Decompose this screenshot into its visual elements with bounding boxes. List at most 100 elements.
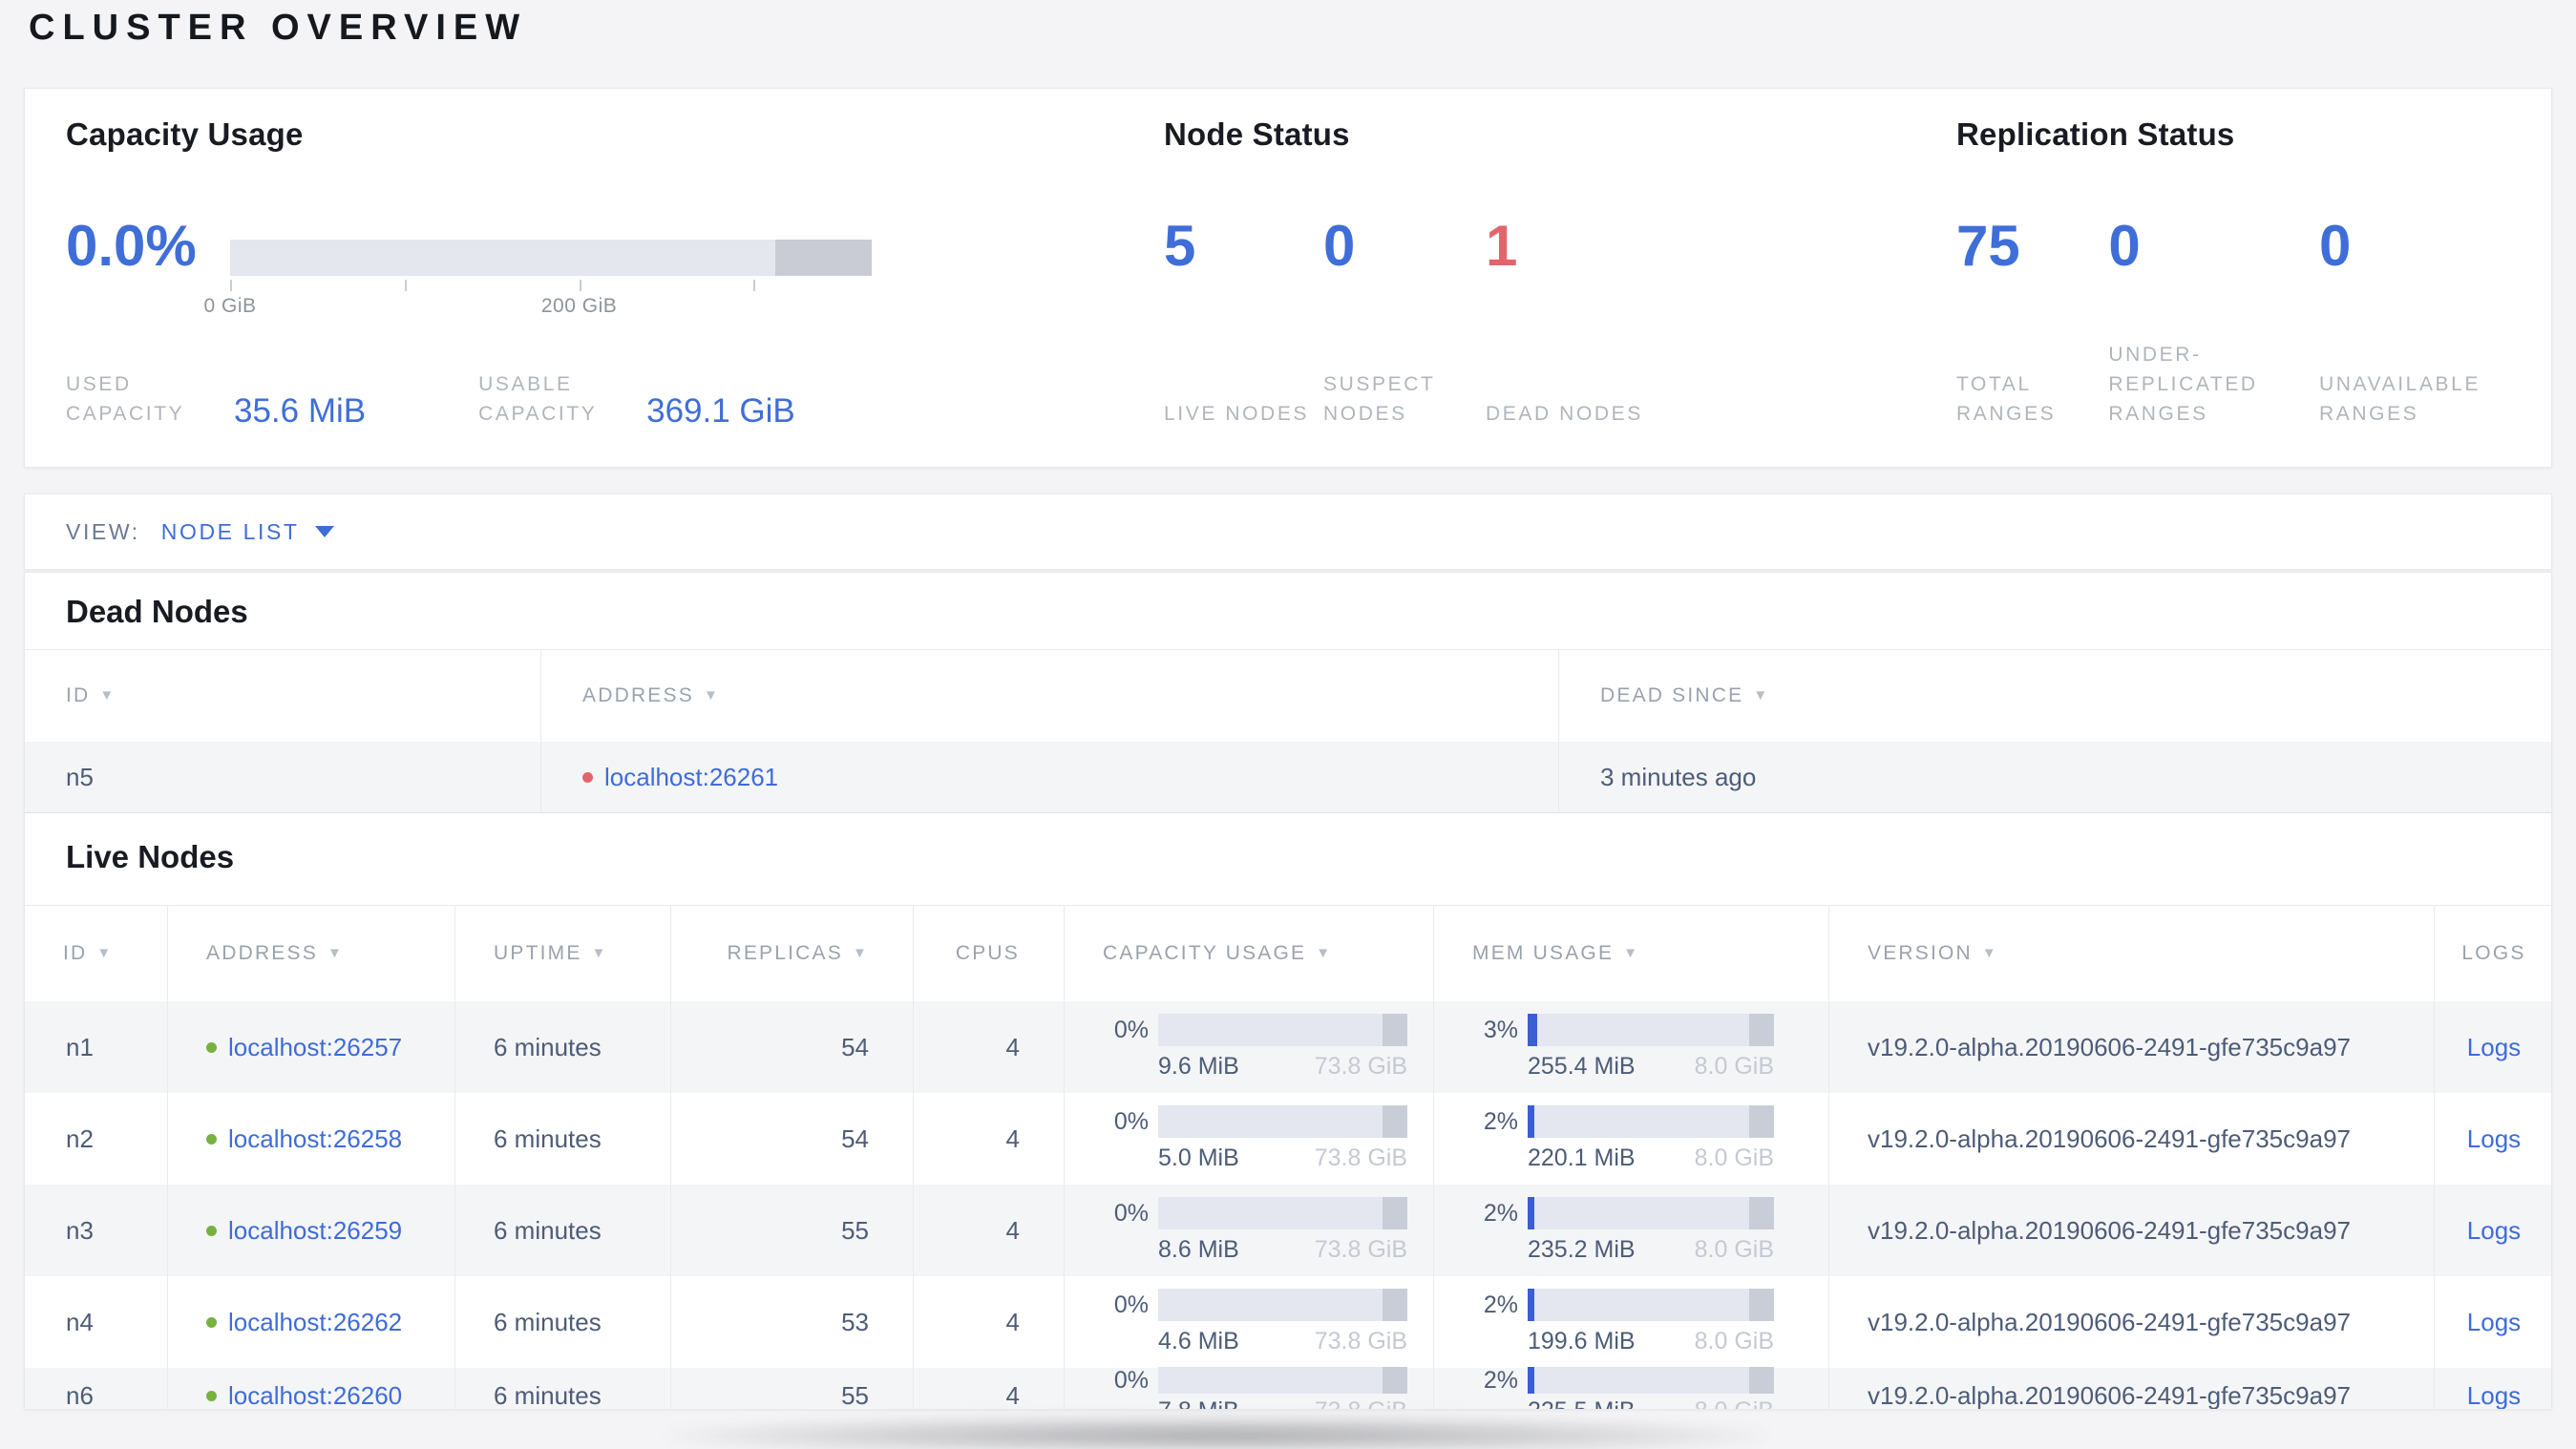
dead-col-header-address[interactable]: ADDRESS ▼ <box>541 650 1559 742</box>
replication-status-section: Replication Status 75 TOTAL RANGES 0 UNDER-… <box>1956 89 2539 467</box>
column-label: ID <box>66 684 91 706</box>
live-node-id: n2 <box>66 1124 94 1153</box>
node-address-link[interactable]: localhost:26260 <box>228 1381 402 1410</box>
axis-tick <box>230 280 232 291</box>
capacity-total-value: 73.8 GiB <box>1315 1397 1407 1410</box>
live-node-replicas: 54 <box>841 1032 869 1061</box>
capacity-bar-endcap <box>1382 1197 1407 1229</box>
used-capacity-label: USED CAPACITY <box>66 373 185 425</box>
live-node-replicas-cell: 55 <box>671 1185 914 1276</box>
capacity-bar-endcap <box>1382 1014 1407 1046</box>
column-label: DEAD SINCE <box>1600 684 1744 706</box>
mem-total-value: 8.0 GiB <box>1695 1397 1774 1410</box>
live-node-address-cell: localhost:26258 <box>168 1093 455 1185</box>
capacity-usage-section: Capacity Usage 0.0% 0 GiB 200 GiB USED CA… <box>66 89 1135 467</box>
live-node-address-cell: localhost:26259 <box>168 1185 455 1276</box>
live-col-header-replicas[interactable]: REPLICAS ▼ <box>671 906 914 1001</box>
logs-link[interactable]: Logs <box>2467 1216 2521 1246</box>
node-address-link[interactable]: localhost:26259 <box>228 1216 402 1246</box>
view-selector-dropdown[interactable]: NODE LIST <box>161 519 334 545</box>
dead-col-header-id[interactable]: ID ▼ <box>25 650 541 742</box>
node-status-title: Node Status <box>1164 116 1350 152</box>
live-node-address-cell: localhost:26260 <box>168 1368 455 1410</box>
live-node-cpus-cell: 4 <box>914 1276 1065 1368</box>
mem-used-value: 255.4 MiB <box>1528 1053 1636 1080</box>
axis-tick-label: 0 GiB <box>203 295 257 317</box>
dead-since-value: 3 minutes ago <box>1600 762 1757 791</box>
mem-percent: 3% <box>1483 1016 1518 1043</box>
dead-node-since-cell: 3 minutes ago <box>1559 742 2551 812</box>
live-node-mem-cell: 2% 225.5 MiB 8.0 GiB <box>1434 1367 1829 1410</box>
column-label: ADDRESS <box>206 942 318 964</box>
live-node-id: n1 <box>66 1032 94 1061</box>
live-col-header-capacity[interactable]: CAPACITY USAGE ▼ <box>1065 906 1434 1001</box>
sort-desc-icon: ▼ <box>1316 944 1333 961</box>
live-col-header-id[interactable]: ID ▼ <box>25 906 168 1001</box>
mem-percent: 2% <box>1483 1291 1518 1318</box>
mem-bar-endcap <box>1749 1367 1774 1394</box>
capacity-values: 5.0 MiB 73.8 GiB <box>1158 1144 1407 1172</box>
live-node-logs-cell: Logs <box>2435 1276 2551 1368</box>
live-node-mem-cell: 3% 255.4 MiB 8.0 GiB <box>1434 1001 1829 1093</box>
live-node-replicas-cell: 55 <box>671 1368 914 1409</box>
summary-card: Capacity Usage 0.0% 0 GiB 200 GiB USED CA… <box>24 88 2552 468</box>
live-node-mem-cell: 2% 199.6 MiB 8.0 GiB <box>1434 1276 1829 1368</box>
column-label: MEM USAGE <box>1472 942 1615 964</box>
capacity-values: 8.6 MiB 73.8 GiB <box>1158 1236 1407 1264</box>
live-node-version-cell: v19.2.0-alpha.20190606-2491-gfe735c9a97 <box>1829 1093 2435 1185</box>
summary-stat: 5 LIVE NODES <box>1164 215 1323 429</box>
cluster-overview-page: CLUSTER OVERVIEW Capacity Usage 0.0% 0 G… <box>0 0 2576 1449</box>
node-live-dot-icon <box>206 1041 217 1053</box>
live-col-header-mem[interactable]: MEM USAGE ▼ <box>1434 906 1829 1001</box>
column-label: ADDRESS <box>582 684 694 706</box>
live-node-cpus-cell: 4 <box>914 1093 1065 1185</box>
node-address-link[interactable]: localhost:26258 <box>228 1124 402 1154</box>
capacity-bar-endcap <box>1382 1105 1407 1138</box>
column-label: VERSION <box>1868 942 1973 964</box>
capacity-bar <box>1158 1289 1407 1321</box>
stat-value: 0 <box>1323 214 1356 278</box>
mem-total-value: 8.0 GiB <box>1694 1328 1774 1354</box>
node-address-link[interactable]: localhost:26262 <box>228 1308 402 1337</box>
mem-meter: 2% <box>1472 1197 1828 1229</box>
capacity-percent: 0% <box>1113 1199 1149 1227</box>
bottom-shadow <box>668 1417 1766 1449</box>
logs-link[interactable]: Logs <box>2467 1124 2521 1154</box>
mem-percent: 2% <box>1483 1199 1518 1227</box>
live-node-cpus: 4 <box>1005 1380 1020 1410</box>
capacity-bar <box>1158 1014 1407 1046</box>
live-node-logs-cell: Logs <box>2435 1093 2551 1185</box>
live-node-id: n6 <box>66 1380 94 1410</box>
mem-used-value: 235.2 MiB <box>1528 1236 1636 1263</box>
node-address-link[interactable]: localhost:26257 <box>228 1033 402 1062</box>
summary-stat: 0 UNDER-REPLICATED RANGES <box>2108 215 2319 429</box>
node-address-link[interactable]: localhost:26261 <box>604 763 778 792</box>
axis-tick-label: 200 GiB <box>540 295 618 317</box>
logs-link[interactable]: Logs <box>2467 1308 2521 1337</box>
mem-used-value: 225.5 MiB <box>1528 1397 1636 1410</box>
live-node-uptime: 6 minutes <box>494 1032 602 1061</box>
live-node-address-cell: localhost:26257 <box>168 1001 455 1093</box>
mem-bar-fill <box>1528 1014 1538 1046</box>
chevron-down-icon <box>314 526 334 537</box>
replication-status-stats: 75 TOTAL RANGES 0 UNDER-REPLICATED RANGES 0 U… <box>1956 215 2539 429</box>
dead-col-header-dead_since[interactable]: DEAD SINCE ▼ <box>1559 650 2551 742</box>
mem-values: 220.1 MiB 8.0 GiB <box>1528 1144 1774 1172</box>
live-col-header-address[interactable]: ADDRESS ▼ <box>168 906 455 1001</box>
stat-label: UNDER-REPLICATED RANGES <box>2108 344 2258 425</box>
capacity-meter: 0% <box>1103 1197 1433 1229</box>
live-col-header-uptime[interactable]: UPTIME ▼ <box>455 906 671 1001</box>
mem-bar <box>1528 1197 1774 1229</box>
live-node-replicas-cell: 54 <box>671 1093 914 1185</box>
live-col-header-version[interactable]: VERSION ▼ <box>1829 906 2435 1001</box>
mem-bar-fill <box>1528 1289 1534 1321</box>
node-live-dot-icon <box>206 1390 217 1401</box>
sort-desc-icon: ▼ <box>1623 944 1640 961</box>
live-node-version: v19.2.0-alpha.20190606-2491-gfe735c9a97 <box>1868 1380 2351 1410</box>
live-node-version-cell: v19.2.0-alpha.20190606-2491-gfe735c9a97 <box>1829 1185 2435 1276</box>
column-label: CPUS <box>955 942 1020 964</box>
live-node-cpus: 4 <box>1005 1215 1020 1245</box>
logs-link[interactable]: Logs <box>2467 1381 2521 1410</box>
live-node-version-cell: v19.2.0-alpha.20190606-2491-gfe735c9a97 <box>1829 1276 2435 1368</box>
logs-link[interactable]: Logs <box>2467 1033 2521 1062</box>
